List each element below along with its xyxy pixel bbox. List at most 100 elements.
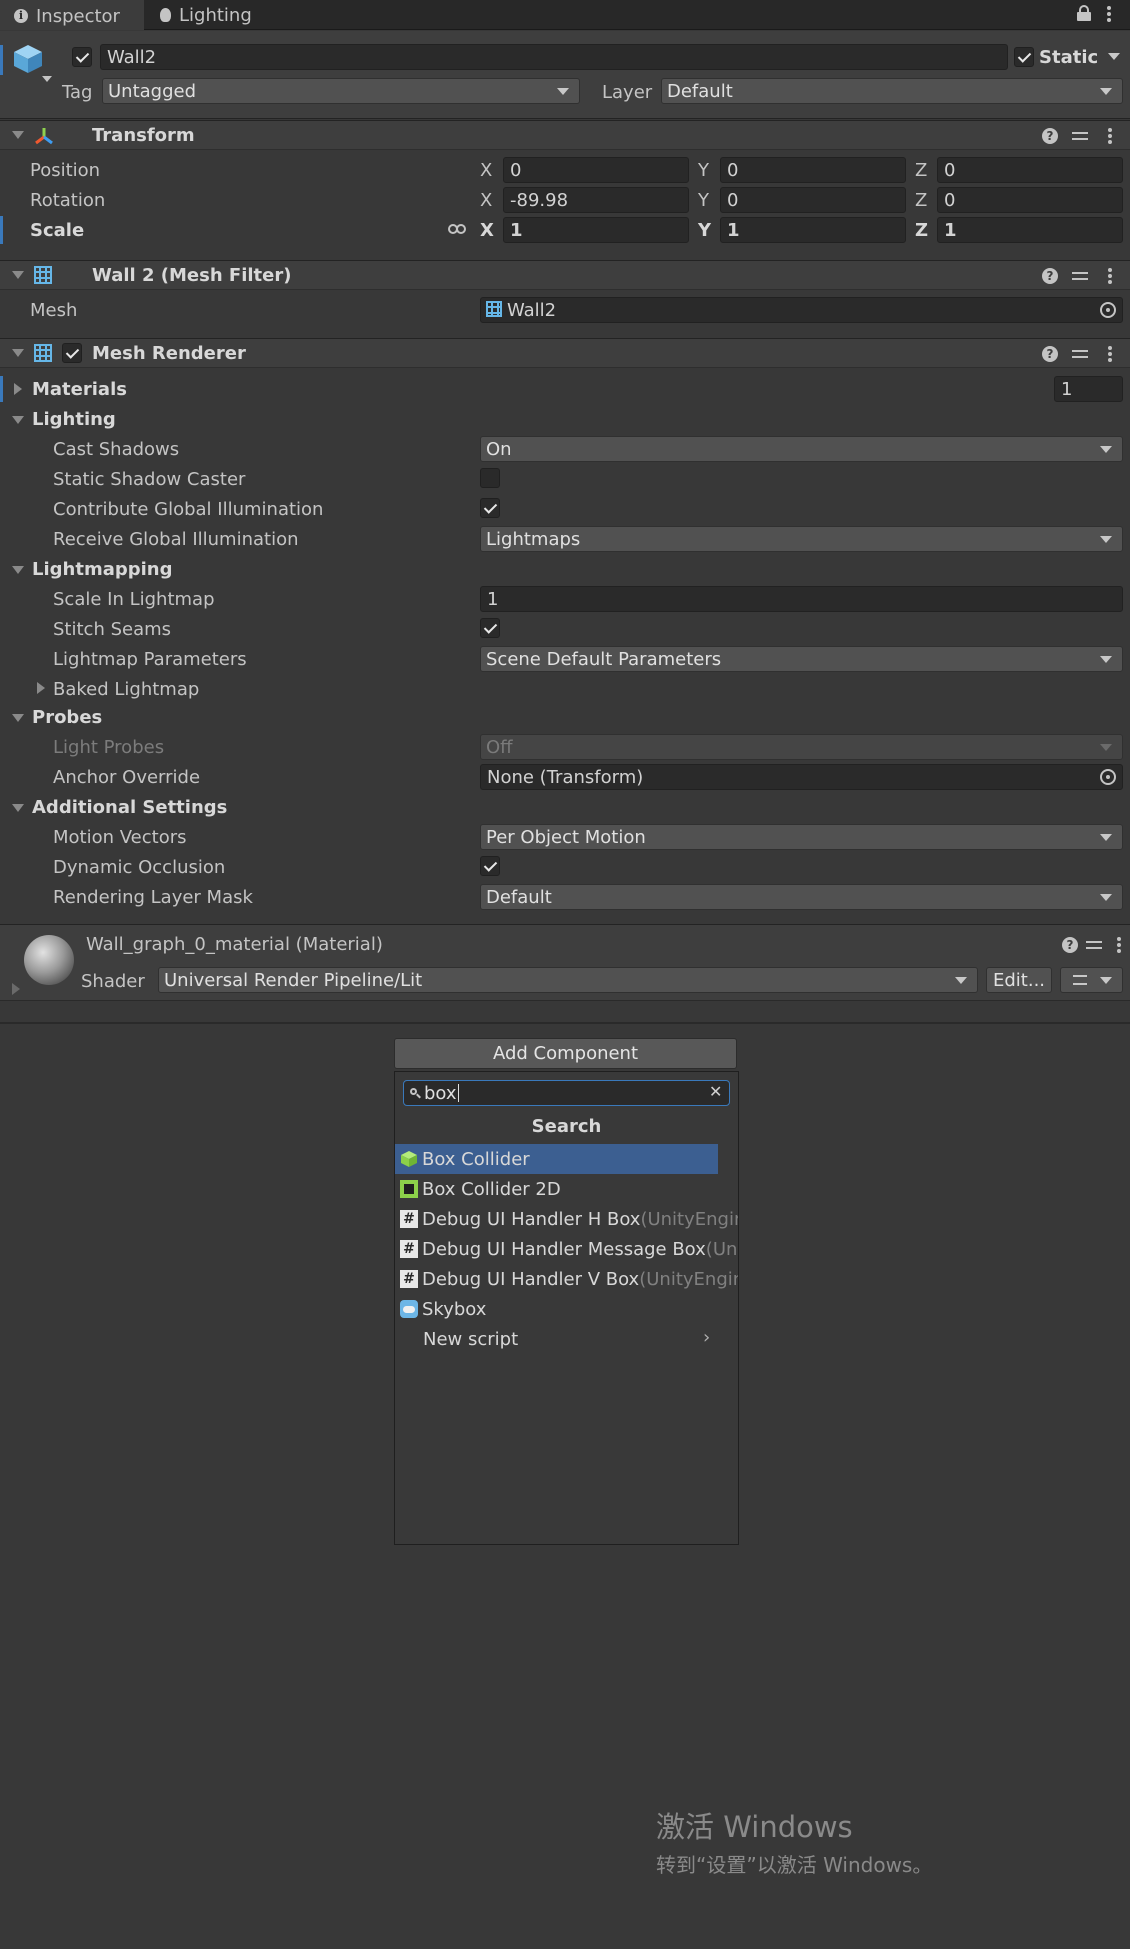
icon-dropdown-caret[interactable] <box>42 76 52 82</box>
motion-vectors-dropdown[interactable]: Per Object Motion <box>480 824 1123 850</box>
rotation-z-field[interactable]: 0 <box>937 187 1123 213</box>
receive-gi-dropdown[interactable]: Lightmaps <box>480 526 1123 552</box>
position-z-label[interactable]: Z <box>915 162 927 180</box>
static-dropdown-caret[interactable] <box>1108 53 1120 60</box>
list-item-debug-v-box[interactable]: # Debug UI Handler V Box (UnityEngine <box>395 1264 738 1294</box>
mesh-renderer-enabled-checkbox[interactable] <box>62 343 82 363</box>
static-checkbox[interactable] <box>1014 47 1034 67</box>
mesh-renderer-header[interactable]: Mesh Renderer ? <box>0 338 1130 368</box>
scale-in-lightmap-field[interactable]: 1 <box>480 586 1123 612</box>
list-item-skybox[interactable]: Skybox <box>395 1294 738 1324</box>
lightmapping-foldout-icon[interactable] <box>12 566 24 574</box>
scale-z-field[interactable]: 1 <box>937 217 1123 243</box>
gameobject-cube-icon[interactable] <box>12 43 44 75</box>
object-picker-icon[interactable] <box>1100 302 1116 318</box>
tab-menu-icon[interactable] <box>1107 6 1111 22</box>
object-name-field[interactable]: Wall2 <box>100 44 1008 70</box>
materials-label[interactable]: Materials <box>32 381 127 399</box>
item-label: New script <box>423 1328 519 1350</box>
component-menu-icon[interactable] <box>1117 937 1121 953</box>
tab-lighting[interactable]: Lighting <box>146 0 286 30</box>
materials-foldout-icon[interactable] <box>14 383 22 395</box>
presets-icon[interactable] <box>1072 268 1088 284</box>
mesh-filter-header[interactable]: Wall 2 (Mesh Filter) ? <box>0 260 1130 290</box>
lighting-foldout-icon[interactable] <box>12 416 24 424</box>
tab-inspector[interactable]: i Inspector <box>0 0 144 30</box>
component-menu-icon[interactable] <box>1108 346 1112 362</box>
material-options-dropdown[interactable] <box>1060 967 1123 993</box>
lightmap-params-dropdown[interactable]: Scene Default Parameters <box>480 646 1123 672</box>
lightmapping-section-label[interactable]: Lightmapping <box>32 561 172 579</box>
component-search-input[interactable]: box <box>403 1080 730 1106</box>
scale-y-field[interactable]: 1 <box>720 217 906 243</box>
list-item-box-collider[interactable]: Box Collider <box>395 1144 718 1174</box>
layer-dropdown[interactable]: Default <box>661 78 1123 104</box>
info-icon: i <box>14 9 28 23</box>
additional-settings-label[interactable]: Additional Settings <box>32 799 227 817</box>
lightmap-params-value: Scene Default Parameters <box>486 648 722 670</box>
add-component-button[interactable]: Add Component <box>394 1038 737 1069</box>
stitch-seams-checkbox[interactable] <box>480 618 500 638</box>
baked-lightmap-label[interactable]: Baked Lightmap <box>53 681 199 699</box>
dynamic-occlusion-checkbox[interactable] <box>480 856 500 876</box>
rotation-y-field[interactable]: 0 <box>720 187 906 213</box>
material-preview-sphere[interactable] <box>24 935 74 985</box>
scale-x-label[interactable]: X <box>480 222 494 240</box>
position-x-field[interactable]: 0 <box>503 157 689 183</box>
rotation-x-label[interactable]: X <box>480 192 492 210</box>
presets-icon[interactable] <box>1086 937 1102 953</box>
lock-icon[interactable] <box>1077 5 1091 21</box>
position-y-label[interactable]: Y <box>698 162 709 180</box>
foldout-icon[interactable] <box>12 131 24 139</box>
material-foldout-icon[interactable] <box>12 983 20 995</box>
foldout-icon[interactable] <box>12 271 24 279</box>
help-icon[interactable]: ? <box>1042 346 1058 362</box>
contribute-gi-checkbox[interactable] <box>480 498 500 518</box>
position-z-field[interactable]: 0 <box>937 157 1123 183</box>
static-shadow-caster-checkbox[interactable] <box>480 468 500 488</box>
probes-foldout-icon[interactable] <box>12 714 24 722</box>
list-item-new-script[interactable]: New script <box>395 1324 738 1354</box>
list-item-box-collider-2d[interactable]: Box Collider 2D <box>395 1174 738 1204</box>
transform-header[interactable]: Transform ? <box>0 120 1130 150</box>
materials-count-field[interactable]: 1 <box>1054 376 1123 402</box>
tag-dropdown[interactable]: Untagged <box>102 78 580 104</box>
list-item-debug-message-box[interactable]: # Debug UI Handler Message Box (UnityEng… <box>395 1234 738 1264</box>
shader-edit-button[interactable]: Edit... <box>986 967 1052 993</box>
additional-settings-foldout-icon[interactable] <box>12 804 24 812</box>
scale-y-label[interactable]: Y <box>698 222 711 240</box>
probes-section-label[interactable]: Probes <box>32 709 102 727</box>
rendering-layer-mask-dropdown[interactable]: Default <box>480 884 1123 910</box>
help-icon[interactable]: ? <box>1042 128 1058 144</box>
help-icon[interactable]: ? <box>1042 268 1058 284</box>
mesh-object-field[interactable]: Wall2 <box>480 297 1123 323</box>
presets-icon[interactable] <box>1072 346 1088 362</box>
shader-dropdown[interactable]: Universal Render Pipeline/Lit <box>158 967 978 993</box>
position-x-label[interactable]: X <box>480 162 492 180</box>
item-label: Box Collider 2D <box>422 1178 561 1200</box>
link-icon[interactable] <box>448 224 466 234</box>
rotation-z-label[interactable]: Z <box>915 192 927 210</box>
cast-shadows-dropdown[interactable]: On <box>480 436 1123 462</box>
tag-value: Untagged <box>108 80 197 102</box>
component-menu-icon[interactable] <box>1108 128 1112 144</box>
list-item-debug-h-box[interactable]: # Debug UI Handler H Box (UnityEngine <box>395 1204 738 1234</box>
clear-search-icon[interactable]: ✕ <box>709 1084 722 1100</box>
lighting-section-label[interactable]: Lighting <box>32 411 116 429</box>
script-icon: # <box>400 1270 418 1288</box>
foldout-icon[interactable] <box>12 349 24 357</box>
baked-lightmap-foldout-icon[interactable] <box>37 682 45 694</box>
anchor-override-field[interactable]: None (Transform) <box>480 764 1123 790</box>
scale-x-field[interactable]: 1 <box>503 217 689 243</box>
presets-icon[interactable] <box>1072 128 1088 144</box>
rotation-y-label[interactable]: Y <box>698 192 709 210</box>
component-menu-icon[interactable] <box>1108 268 1112 284</box>
mesh-filter-icon <box>34 266 52 284</box>
active-checkbox[interactable] <box>72 47 92 67</box>
help-icon[interactable]: ? <box>1062 937 1078 953</box>
position-y-field[interactable]: 0 <box>720 157 906 183</box>
rotation-x-field[interactable]: -89.98 <box>503 187 689 213</box>
object-picker-icon[interactable] <box>1100 769 1116 785</box>
scale-z-label[interactable]: Z <box>915 222 928 240</box>
chevron-down-icon <box>1100 446 1112 453</box>
